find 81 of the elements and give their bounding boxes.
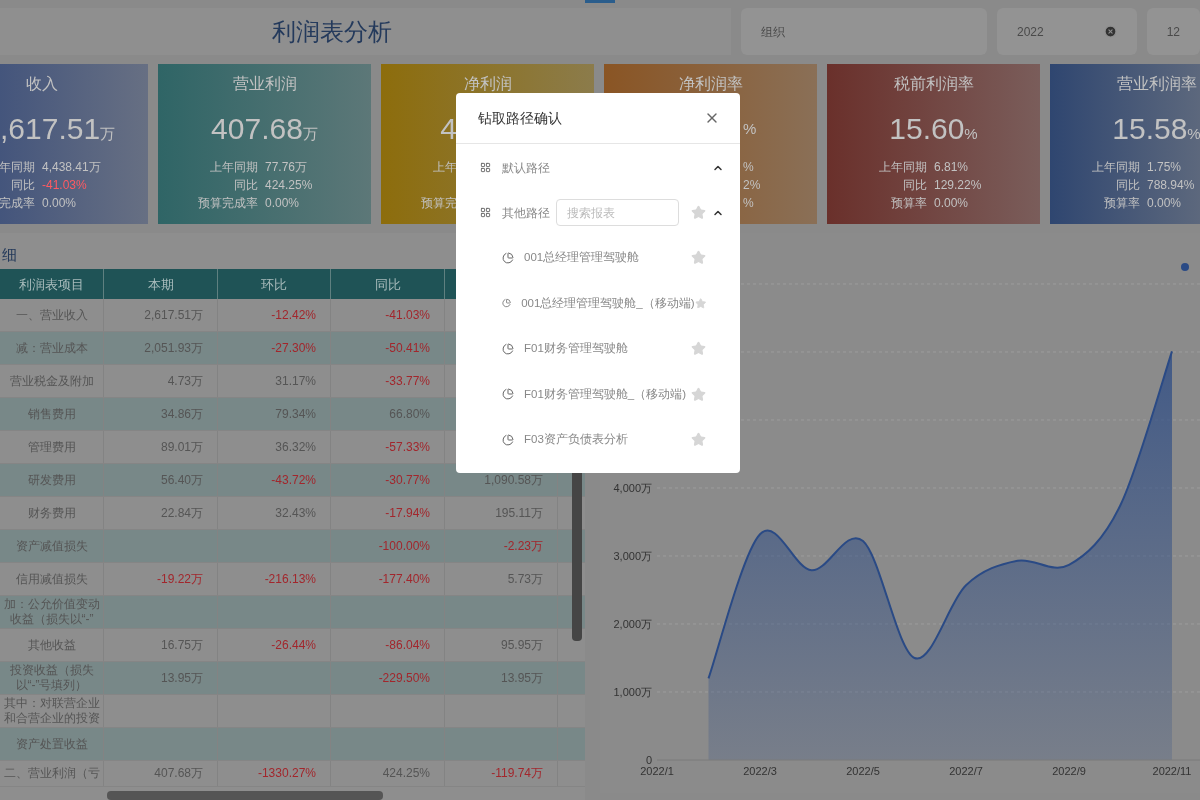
axis-label: 2022/3: [743, 765, 777, 777]
stat-label: 上年同期: [878, 159, 927, 175]
table-cell: -57.33%: [385, 439, 430, 455]
axis-label: 2022/7: [949, 765, 983, 777]
table-cell: 32.43%: [275, 505, 316, 521]
axis-label: 1,000万: [613, 686, 652, 698]
table-cell: -33.77%: [385, 373, 430, 389]
card-value: ,617.51万: [0, 111, 116, 147]
stat-value: 1.75%: [1147, 159, 1183, 175]
stat-value: 788.94%: [1147, 177, 1195, 193]
table-cell: -12.42%: [271, 307, 316, 323]
axis-label: 2022/11: [1152, 765, 1192, 777]
stat-value: 129.22%: [934, 177, 982, 193]
table-cell: -19.22万: [156, 571, 203, 587]
stat-value: 0.00%: [1147, 195, 1183, 211]
card-value: 15.60%: [889, 111, 978, 147]
axis-label: 3,000万: [613, 550, 652, 562]
axis-label: 2022/1: [640, 765, 674, 777]
table-cell: -17.94%: [385, 505, 430, 521]
card-title: 净利润: [463, 74, 512, 94]
axis-label: 4,000万: [613, 482, 652, 494]
stat-value: 0.00%: [42, 195, 78, 211]
column-header: 环比: [261, 275, 287, 294]
stat-value: %: [743, 195, 754, 211]
card-value: %: [743, 119, 757, 139]
column-header: 利润表项目: [19, 275, 84, 294]
stat-value: 2%: [743, 177, 761, 193]
table-cell: -229.50%: [378, 670, 430, 686]
table-cell: -41.03%: [385, 307, 430, 323]
card-value: 407.68万: [211, 111, 318, 147]
table-cell: -1330.27%: [257, 766, 316, 782]
stat-label: 预算完: [421, 195, 457, 211]
section-title: 细: [2, 246, 17, 263]
stat-label: 上年同期: [1091, 159, 1140, 175]
stat-value: 0.00%: [265, 195, 301, 211]
stat-value: %: [743, 159, 754, 175]
stat-value: 0.00%: [934, 195, 970, 211]
table-cell: -177.40%: [378, 571, 430, 587]
stat-value: 4,438.41万: [42, 159, 101, 175]
stat-label: 同比: [233, 177, 258, 193]
stat-label: 预算率: [890, 195, 927, 211]
column-header: 本期: [147, 275, 174, 294]
card-title: 营业利润: [232, 74, 297, 94]
axis-label: 2022/9: [1052, 765, 1086, 777]
stat-label: 预算率: [1103, 195, 1140, 211]
stat-label: 上年: [433, 159, 457, 175]
table-cell: -43.72%: [271, 472, 316, 488]
axis-label: 2022/5: [846, 765, 880, 777]
table-cell: -86.04%: [385, 637, 430, 653]
table-cell: -2.23万: [503, 538, 543, 554]
axis-label: 2,000万: [613, 618, 652, 630]
stat-label: 同比: [902, 177, 927, 193]
card-value: 15.58%: [1112, 111, 1200, 147]
stat-value: -41.03%: [42, 177, 88, 193]
stat-label: 同比: [1115, 177, 1140, 193]
stat-label: 同比: [10, 177, 35, 193]
table-cell: -30.77%: [385, 472, 430, 488]
stat-label: 完成率: [0, 195, 35, 211]
table-cell: -50.41%: [385, 340, 430, 356]
stat-value: 77.76万: [265, 159, 309, 175]
table-cell: -100.00%: [378, 538, 430, 554]
table-cell: -119.74万: [491, 766, 543, 782]
stat-value: 424.25%: [265, 177, 313, 193]
page-title: 利润表分析: [272, 16, 393, 47]
stat-label: 上年同期: [209, 159, 258, 175]
table-cell: -216.13%: [264, 571, 316, 587]
column-header: 同比: [374, 275, 401, 294]
stat-value: 6.81%: [934, 159, 970, 175]
table-cell: -26.44%: [271, 637, 316, 653]
card-title: 税前利润率: [893, 74, 974, 94]
axis-label: 0: [645, 754, 652, 766]
stat-label: 预算完成率: [197, 195, 258, 211]
table-cell: 424.25%: [382, 766, 430, 782]
table-cell: 36.32%: [275, 439, 316, 455]
dialog-title: 钻取路径确认: [478, 108, 562, 128]
card-title: 营业利润率: [1116, 74, 1197, 94]
table-cell: -27.30%: [271, 340, 316, 356]
card-title: 净利润率: [678, 74, 743, 94]
card-title: 收入: [25, 74, 58, 94]
table-cell: 31.17%: [275, 373, 316, 389]
card-value: 4: [440, 111, 457, 147]
